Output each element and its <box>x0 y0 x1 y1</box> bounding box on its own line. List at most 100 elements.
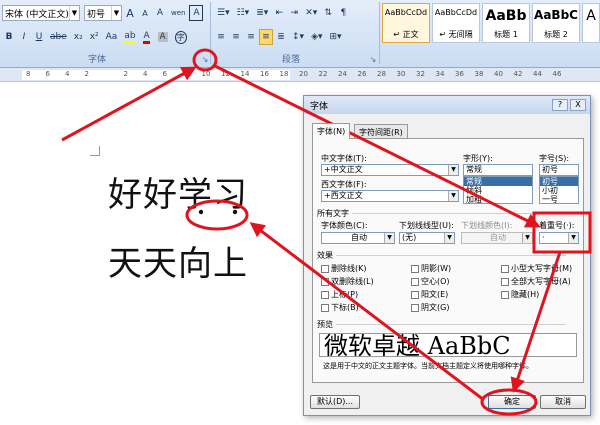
ok-button[interactable]: 确定 <box>488 395 536 409</box>
effects-section: 效果 <box>317 251 566 260</box>
help-button[interactable]: ? <box>552 99 568 111</box>
enclose-char-button[interactable]: 字 <box>172 29 190 45</box>
checkbox-subscript[interactable]: 下标(B) <box>321 302 359 313</box>
italic-button[interactable]: I <box>17 29 31 45</box>
align-center-button[interactable]: ≡ <box>229 29 243 45</box>
align-left-button[interactable]: ≡ <box>214 29 228 45</box>
highlight-button[interactable]: ab <box>121 29 138 45</box>
font-tab-panel: 中文字体(T): +中文正文 ▼ 西文字体(F): +西文正文 ▼ 字形(Y): 常… <box>312 138 584 383</box>
shrink-font-button[interactable]: A <box>138 5 152 21</box>
numbering-icon: ☷▾ <box>236 8 250 18</box>
checkbox-small-caps[interactable]: 小型大写字母(M) <box>501 263 572 274</box>
emphasis-mark-combo[interactable]: · ▼ <box>539 232 579 244</box>
underline-type-combo[interactable]: (无) ▼ <box>399 232 455 244</box>
font-color-button[interactable]: A <box>140 29 154 45</box>
bullets-button[interactable]: ☰▾ <box>214 5 233 21</box>
subscript-button[interactable]: x₂ <box>71 29 86 45</box>
checkbox-label: 全部大写字母(A) <box>511 277 571 286</box>
font-color-combo[interactable]: 自动 ▼ <box>321 232 395 244</box>
checkbox-emboss[interactable]: 阳文(E) <box>411 289 448 300</box>
multilevel-list-button[interactable]: ≣▾ <box>253 5 271 21</box>
list-item[interactable]: 倾斜 <box>464 186 532 195</box>
style-normal[interactable]: AaBbCcDd ↵ 正文 <box>382 3 430 43</box>
list-item[interactable]: 初号 <box>540 177 578 186</box>
font-dialog-launcher[interactable]: ↘ <box>200 55 210 65</box>
document-line-1[interactable]: 好好学习 <box>108 167 248 216</box>
font-style-field[interactable]: 常规 <box>463 164 533 176</box>
tab-font[interactable]: 字体(N) <box>312 123 351 139</box>
chevron-down-icon: ▼ <box>448 191 458 201</box>
cjk-font-label: 中文字体(T): <box>321 154 367 163</box>
ruler-tick-label: 40 <box>494 70 503 78</box>
font-style-list[interactable]: 常规 倾斜 加粗 <box>463 176 533 204</box>
strikethrough-button[interactable]: abe <box>47 29 70 45</box>
checkbox-box <box>321 277 329 286</box>
increase-indent-button[interactable]: ⇥ <box>287 5 301 21</box>
char-border-button[interactable]: A <box>189 5 204 21</box>
chevron-down-icon: ▼ <box>522 233 532 243</box>
checkbox-label: 阴影(W) <box>421 264 452 273</box>
style-no-spacing[interactable]: AaBbCcDd ↵ 无间隔 <box>432 3 480 43</box>
style-heading-1[interactable]: AaBb 标题 1 <box>482 3 530 43</box>
checkbox-box <box>501 264 509 273</box>
cjk-font-combo[interactable]: +中文正文 ▼ <box>321 164 459 176</box>
checkbox-label: 阳文(E) <box>421 290 449 299</box>
list-item[interactable]: 小初 <box>540 186 578 195</box>
ruler-tick-label: 18 <box>279 70 289 78</box>
default-button[interactable]: 默认(D)... <box>310 395 360 409</box>
bold-button[interactable]: B <box>2 29 16 45</box>
emphasis-mark-value: · <box>542 233 545 242</box>
sort-button[interactable]: ⇅ <box>321 5 335 21</box>
checkbox-box <box>411 303 419 312</box>
paragraph-dialog-launcher[interactable]: ↘ <box>368 55 378 65</box>
font-size-field[interactable]: 初号 <box>539 164 579 176</box>
checkbox-box <box>411 264 419 273</box>
distributed-button[interactable]: ≣ <box>274 29 288 45</box>
checkbox-strikethrough[interactable]: 删除线(K) <box>321 263 367 274</box>
list-item[interactable]: 常规 <box>464 177 532 186</box>
underline-button[interactable]: U <box>32 29 46 45</box>
numbering-button[interactable]: ☷▾ <box>234 5 253 21</box>
align-right-button[interactable]: ≡ <box>244 29 258 45</box>
font-size-combo[interactable]: 初号 ▼ <box>84 5 122 21</box>
checkbox-hidden[interactable]: 隐藏(H) <box>501 289 539 300</box>
chinese-layout-button[interactable]: ✕▾ <box>302 5 320 21</box>
list-item[interactable]: 一号 <box>540 195 578 203</box>
style-name: ↵ 无间隔 <box>439 30 473 39</box>
bold-icon: B <box>5 32 13 42</box>
decrease-indent-button[interactable]: ⇤ <box>272 5 286 21</box>
justify-icon: ≡ <box>262 32 270 42</box>
font-name-combo[interactable]: 宋体 (中文正文) ▼ <box>2 5 80 21</box>
cancel-button[interactable]: 取消 <box>540 395 586 409</box>
superscript-button[interactable]: x² <box>87 29 102 45</box>
checkbox-engrave[interactable]: 阴文(G) <box>411 302 449 313</box>
list-item[interactable]: 加粗 <box>464 195 532 203</box>
checkbox-shadow[interactable]: 阴影(W) <box>411 263 451 274</box>
style-heading-2[interactable]: AaBbC 标题 2 <box>532 3 580 43</box>
checkbox-outline[interactable]: 空心(O) <box>411 276 450 287</box>
show-marks-button[interactable]: ¶ <box>336 5 350 21</box>
checkbox-all-caps[interactable]: 全部大写字母(A) <box>501 276 571 287</box>
ruler-tick-label: 2 <box>84 70 89 78</box>
ruler-tick-label: 26 <box>357 70 367 78</box>
phonetic-guide-button[interactable]: wen <box>168 5 188 21</box>
tab-char-spacing[interactable]: 字符间距(R) <box>354 124 408 139</box>
change-case-button[interactable]: Aa <box>103 29 121 45</box>
clear-format-button[interactable]: A <box>153 5 167 21</box>
close-button[interactable]: X <box>570 99 586 111</box>
grow-font-button[interactable]: A <box>123 5 137 21</box>
checkbox-superscript[interactable]: 上标(P) <box>321 289 358 300</box>
ruler-tick-label: 44 <box>533 70 542 78</box>
font-size-list[interactable]: 初号 小初 一号 <box>539 176 579 204</box>
style-more[interactable]: A <box>582 3 600 43</box>
line-spacing-button[interactable]: ↕▾ <box>289 29 307 45</box>
western-font-combo[interactable]: +西文正文 ▼ <box>321 190 459 202</box>
shading-button[interactable]: ◈▾ <box>308 29 325 45</box>
borders-button[interactable]: ⊞▾ <box>327 29 345 45</box>
justify-button[interactable]: ≡ <box>259 29 273 45</box>
checkbox-double-strikethrough[interactable]: 双删除线(L) <box>321 276 374 287</box>
document-line-2[interactable]: 天天向上 <box>108 236 248 285</box>
checkbox-label: 上标(P) <box>331 290 359 299</box>
style-sample: AaBbCcDd <box>384 8 428 17</box>
char-shading-button[interactable]: A <box>155 29 171 45</box>
